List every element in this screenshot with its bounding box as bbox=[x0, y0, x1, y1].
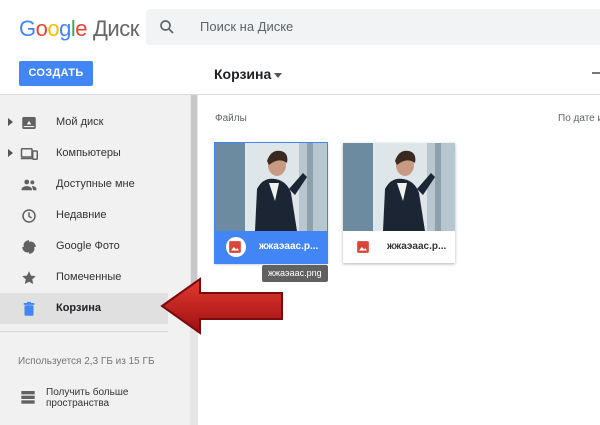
image-file-icon bbox=[229, 241, 241, 253]
photos-icon bbox=[22, 240, 36, 254]
trash-icon bbox=[23, 301, 35, 316]
product-name: Диск bbox=[93, 16, 139, 41]
create-button[interactable]: СОЗДАТЬ bbox=[19, 61, 93, 86]
file-thumbnail bbox=[343, 143, 455, 231]
sidebar-item-trash[interactable]: Корзина bbox=[0, 293, 168, 324]
sidebar-item-google-photos[interactable]: Google Фото bbox=[0, 231, 168, 262]
sidebar-item-my-drive[interactable]: Мой диск bbox=[0, 107, 168, 138]
sort-dropdown[interactable]: По дате и bbox=[558, 113, 600, 124]
get-more-storage-label: Получить больше пространства bbox=[46, 387, 128, 409]
storage-icon bbox=[21, 391, 35, 404]
thumbnail-photo bbox=[215, 143, 327, 231]
file-caption: жжаэаас.р... bbox=[343, 231, 455, 263]
drive-icon bbox=[22, 117, 36, 129]
search-icon[interactable] bbox=[158, 18, 176, 36]
file-name: жжаэаас.р... bbox=[387, 241, 447, 252]
expand-arrow-icon[interactable] bbox=[8, 118, 13, 126]
file-caption: жжаэаас.р... bbox=[215, 231, 327, 263]
star-icon bbox=[22, 271, 36, 284]
clock-icon bbox=[22, 209, 36, 223]
sidebar-item-label: Google Фото bbox=[56, 240, 120, 252]
file-thumbnail bbox=[215, 143, 327, 231]
get-more-storage-link[interactable]: Получить больше пространства bbox=[18, 387, 178, 411]
get-more-line2: пространства bbox=[46, 398, 110, 409]
search-input[interactable]: Поиск на Диске bbox=[200, 19, 293, 34]
sidebar-item-label: Недавние bbox=[56, 209, 107, 221]
sidebar-item-label: Мой диск bbox=[56, 116, 104, 128]
section-title: Файлы bbox=[215, 113, 247, 124]
sidebar-item-recent[interactable]: Недавние bbox=[0, 200, 168, 231]
google-wordmark: Google bbox=[19, 16, 88, 41]
sidebar-divider bbox=[0, 331, 168, 332]
sidebar: Мой диск Компьютеры Доступные мне Недавн… bbox=[0, 95, 190, 425]
scrollbar-thumb[interactable] bbox=[191, 95, 197, 305]
sidebar-item-starred[interactable]: Помеченные bbox=[0, 262, 168, 293]
computers-icon bbox=[20, 148, 38, 160]
sidebar-item-shared[interactable]: Доступные мне bbox=[0, 169, 168, 200]
search-box[interactable]: Поиск на Диске bbox=[146, 9, 600, 45]
thumbnail-photo bbox=[343, 143, 455, 231]
location-dropdown[interactable]: Корзина bbox=[214, 66, 271, 82]
sidebar-scrollbar[interactable] bbox=[190, 95, 198, 425]
file-card[interactable]: жжаэаас.р... bbox=[215, 143, 327, 263]
expand-arrow-icon[interactable] bbox=[8, 149, 13, 157]
google-drive-logo[interactable]: Google Диск bbox=[19, 16, 139, 42]
main-content: Файлы По дате и жжаэаас.р... жжаэаас.р..… bbox=[198, 95, 600, 425]
sidebar-item-computers[interactable]: Компьютеры bbox=[0, 138, 168, 169]
image-file-icon bbox=[357, 241, 369, 253]
chevron-down-icon[interactable] bbox=[274, 73, 282, 78]
file-card[interactable]: жжаэаас.р... bbox=[343, 143, 455, 263]
sidebar-item-label: Компьютеры bbox=[56, 147, 121, 159]
get-more-line1: Получить больше bbox=[46, 387, 129, 398]
sub-toolbar: СОЗДАТЬ Корзина bbox=[0, 54, 600, 95]
sidebar-item-label: Доступные мне bbox=[56, 178, 135, 190]
storage-usage-text: Используется 2,3 ГБ из 15 ГБ bbox=[18, 356, 155, 367]
file-name: жжаэаас.р... bbox=[259, 241, 319, 252]
sidebar-item-label: Корзина bbox=[56, 302, 101, 314]
sidebar-item-label: Помеченные bbox=[56, 271, 122, 283]
shared-icon bbox=[21, 179, 37, 191]
view-options-icon[interactable] bbox=[592, 72, 600, 74]
top-bar: Google Диск Поиск на Диске bbox=[0, 0, 600, 54]
annotation-arrow-icon bbox=[160, 277, 283, 335]
